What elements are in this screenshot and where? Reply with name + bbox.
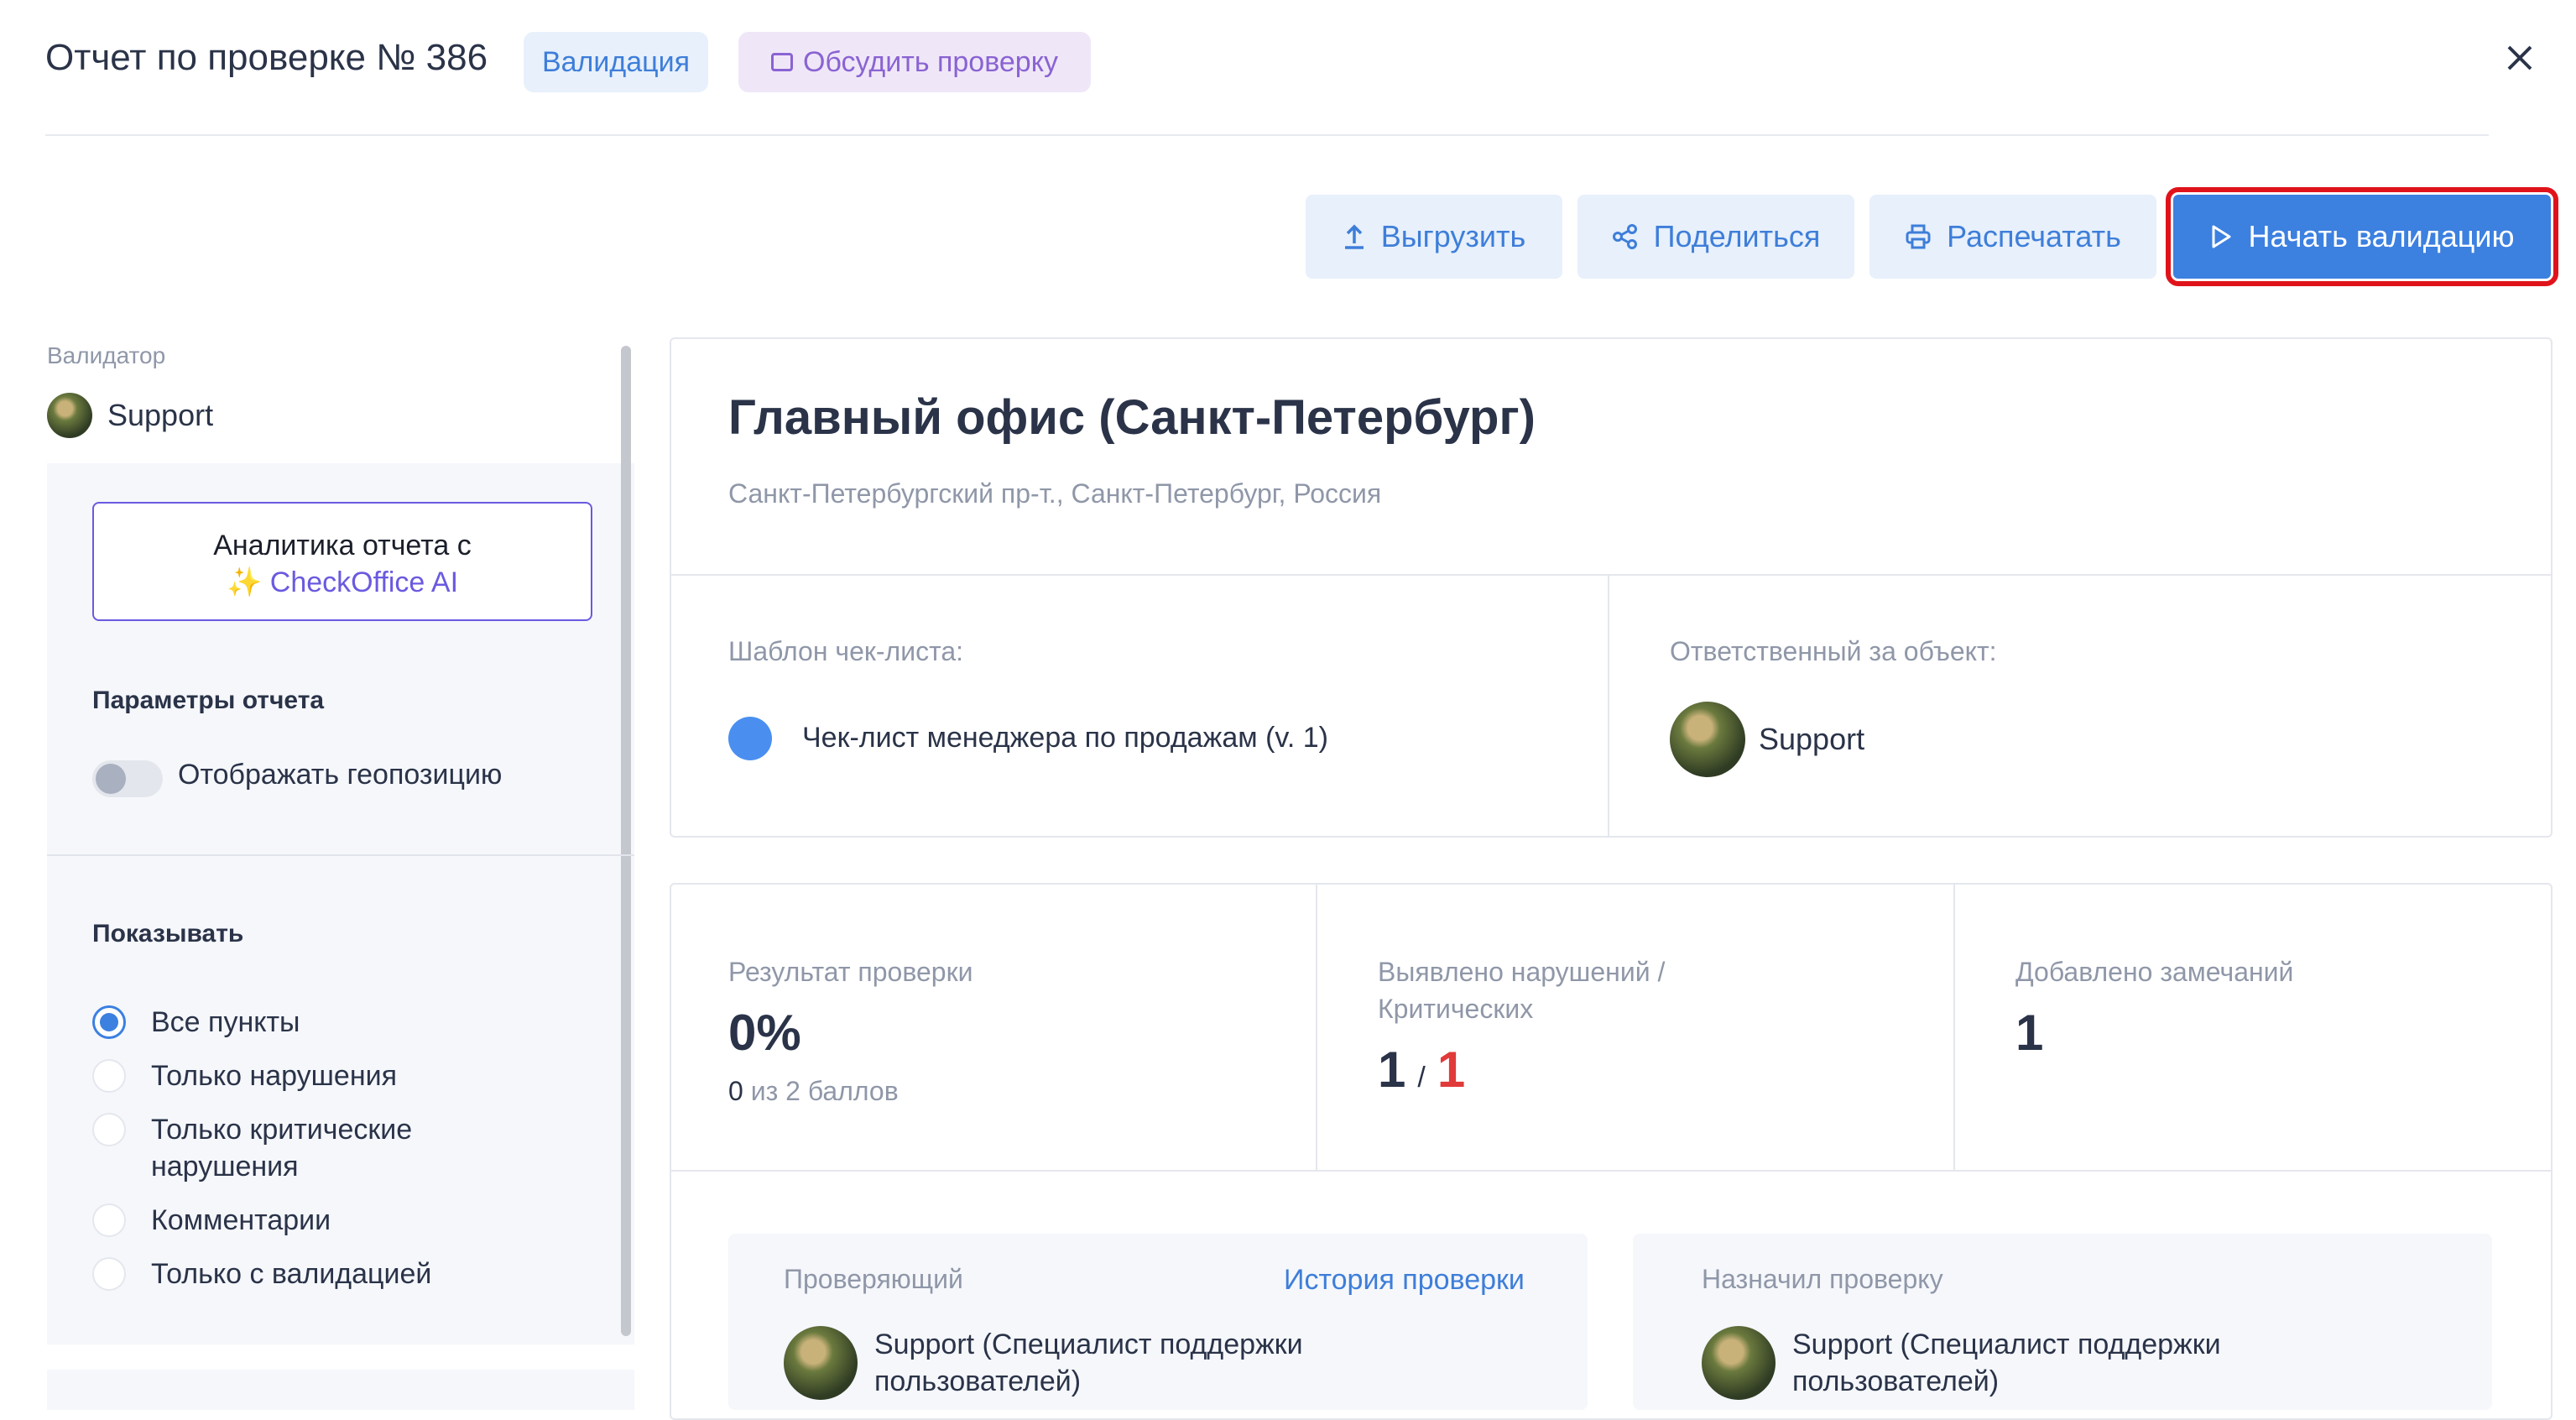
result-value: 0%	[728, 1005, 801, 1061]
responsible-name: Support	[1759, 722, 1865, 756]
object-name: Главный офис (Санкт-Петербург)	[728, 390, 1536, 445]
filter-label-violations: Только нарушения	[151, 1060, 398, 1092]
filter-radio-critical[interactable]	[92, 1113, 126, 1146]
responsible-label: Ответственный за объект:	[1670, 636, 1997, 666]
report-params-title: Параметры отчета	[92, 687, 325, 714]
validator-name: Support	[107, 398, 214, 432]
score-value: 0	[728, 1076, 743, 1106]
validator-user: Support	[47, 393, 213, 438]
toggle-knob	[96, 764, 126, 794]
object-card-divider	[671, 574, 2551, 576]
filter-radio-validation[interactable]	[92, 1257, 126, 1291]
template-label: Шаблон чек-листа:	[728, 636, 964, 666]
chat-icon	[771, 53, 794, 71]
share-button[interactable]: Поделиться	[1577, 195, 1854, 279]
ai-analytics-title: Аналитика отчета с	[213, 530, 472, 561]
critical-value: 1	[1437, 1042, 1466, 1098]
upload-icon	[1343, 223, 1366, 250]
score-text: 0 из 2 баллов	[728, 1076, 899, 1107]
history-link[interactable]: История проверки	[1284, 1264, 1525, 1297]
assigner-label: Назначил проверку	[1702, 1264, 1943, 1294]
assigner-name: Support (Специалист поддержки пользовате…	[1792, 1329, 2221, 1397]
inspector-name: Support (Специалист поддержки пользовате…	[874, 1329, 1303, 1397]
violations-label: Выявлено нарушений / Критических	[1378, 957, 1666, 1024]
sidebar-panel-next	[47, 1370, 634, 1410]
filter-radio-all[interactable]	[92, 1005, 126, 1039]
score-suffix: из 2 баллов	[750, 1076, 899, 1106]
ai-analytics-button[interactable]: Аналитика отчета с ✨ CheckOffice AI	[92, 502, 592, 621]
assigner-user: Support (Специалист поддержки пользовате…	[1702, 1326, 2339, 1400]
avatar	[47, 393, 92, 438]
show-filter-title: Показывать	[92, 920, 244, 948]
export-button-label: Выгрузить	[1380, 219, 1526, 253]
start-validation-button[interactable]: Начать валидацию	[2166, 187, 2558, 286]
discuss-button-label: Обсудить проверку	[803, 45, 1058, 78]
filter-label-comments: Комментарии	[151, 1204, 331, 1236]
stats-divider-1	[1316, 885, 1317, 1170]
ai-brand-prefix: Check	[269, 566, 352, 598]
play-icon	[2209, 224, 2233, 249]
geo-toggle[interactable]	[92, 760, 163, 797]
print-button-label: Распечатать	[1947, 219, 2121, 253]
geo-toggle-label: Отображать геопозицию	[178, 759, 503, 791]
export-button[interactable]: Выгрузить	[1306, 195, 1562, 279]
inspector-user: Support (Специалист поддержки пользовате…	[784, 1326, 1421, 1400]
violations-value: 1	[1378, 1042, 1406, 1098]
panel-divider	[47, 854, 634, 856]
avatar	[1702, 1326, 1776, 1400]
avatar	[1670, 702, 1745, 777]
close-icon[interactable]	[2500, 39, 2539, 77]
object-address: Санкт-Петербургский пр-т., Санкт-Петербу…	[728, 478, 1382, 509]
start-validation-label: Начать валидацию	[2248, 219, 2515, 253]
print-button[interactable]: Распечатать	[1869, 195, 2156, 279]
sparkle-icon: ✨	[226, 566, 263, 598]
validator-label: Валидатор	[47, 342, 166, 368]
object-card-vdivider	[1608, 576, 1609, 836]
remarks-label: Добавлено замечаний	[2015, 957, 2294, 987]
header-divider	[45, 134, 2489, 136]
result-label: Результат проверки	[728, 957, 973, 987]
discuss-button[interactable]: Обсудить проверку	[738, 32, 1091, 92]
status-badge: Валидация	[524, 32, 708, 92]
violations-counts: 1 / 1	[1378, 1041, 1465, 1099]
share-icon	[1612, 223, 1639, 250]
filter-label-all: Все пункты	[151, 1006, 300, 1038]
inspector-label: Проверяющий	[784, 1264, 963, 1294]
filter-radio-violations[interactable]	[92, 1059, 126, 1093]
ai-brand-suffix: Office AI	[351, 566, 459, 598]
filter-label-critical: Только критические нарушения	[151, 1114, 413, 1182]
printer-icon	[1905, 223, 1932, 250]
filter-label-validation: Только с валидацией	[151, 1258, 432, 1290]
template-name: Чек-лист менеджера по продажам (v. 1)	[802, 722, 1328, 754]
page-title: Отчет по проверке № 386	[45, 37, 488, 78]
stats-divider-2	[1953, 885, 1955, 1170]
share-button-label: Поделиться	[1653, 219, 1821, 253]
stats-hdivider	[671, 1170, 2551, 1172]
responsible-user: Support	[1670, 702, 1864, 777]
remarks-value: 1	[2015, 1005, 2044, 1061]
sidebar-scrollbar[interactable]	[621, 346, 631, 1336]
violations-separator: /	[1417, 1062, 1426, 1094]
avatar	[784, 1326, 858, 1400]
template-color-dot	[728, 717, 772, 760]
filter-radio-comments[interactable]	[92, 1203, 126, 1237]
